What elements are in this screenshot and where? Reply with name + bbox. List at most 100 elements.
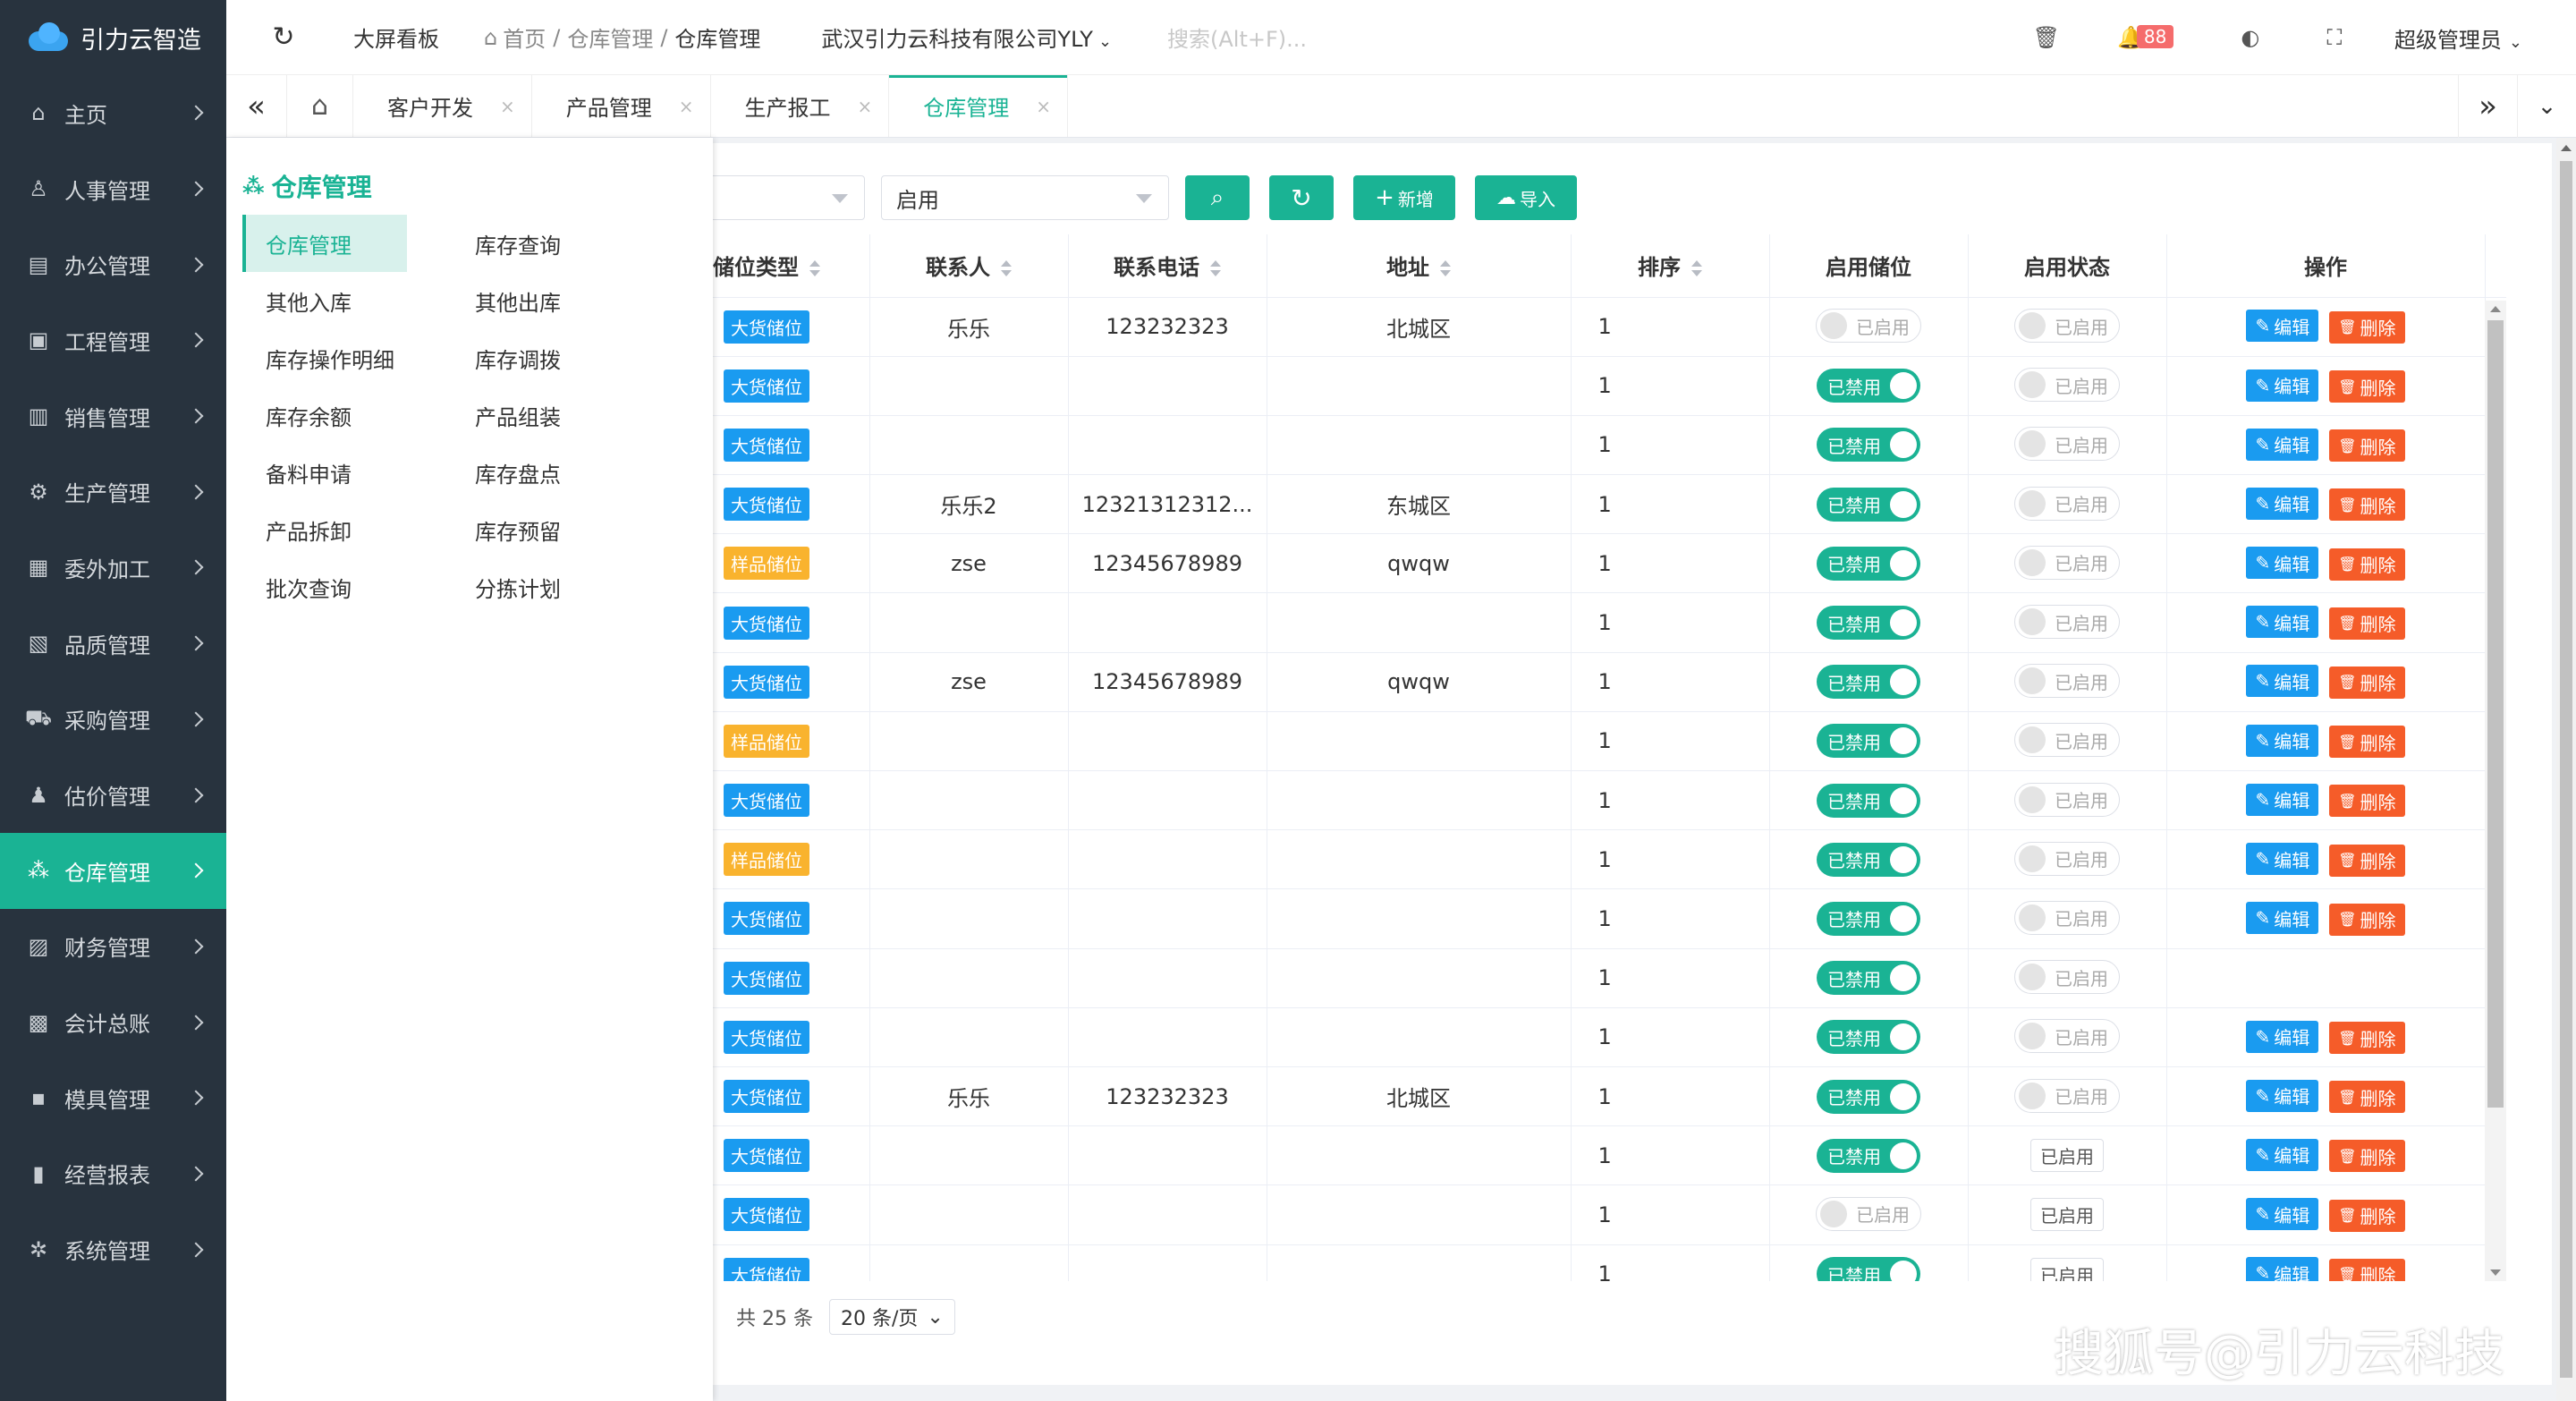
dropdown-menu-item[interactable]: 库存调拨	[452, 329, 654, 386]
location-toggle[interactable]: 已禁用	[1817, 1020, 1920, 1055]
sidebar-item-6[interactable]: ▦ 委外加工	[0, 530, 226, 606]
location-toggle[interactable]: 已禁用	[1817, 1079, 1920, 1114]
delete-button[interactable]: 🗑 删除	[2329, 844, 2405, 877]
delete-button[interactable]: 🗑 删除	[2329, 429, 2405, 463]
tab-0[interactable]: 客户开发 ×	[353, 75, 532, 137]
location-toggle[interactable]: 已禁用	[1817, 487, 1920, 522]
company-selector[interactable]: 武汉引力云科技有限公司YLY ⌄	[821, 21, 1112, 53]
sidebar-item-5[interactable]: ⚙ 生产管理	[0, 454, 226, 530]
status-toggle[interactable]: 已启用	[2014, 664, 2120, 699]
sidebar-item-7[interactable]: ▧ 品质管理	[0, 606, 226, 682]
edit-button[interactable]: ✎ 编辑	[2246, 1257, 2319, 1281]
dropdown-menu-item[interactable]: 库存查询	[452, 215, 654, 272]
sidebar-item-0[interactable]: ⌂ 主页	[0, 75, 226, 151]
status-toggle[interactable]: 已启用	[2014, 605, 2120, 640]
dropdown-menu-item[interactable]: 库存盘点	[452, 444, 654, 501]
sort-icon[interactable]	[1001, 260, 1012, 277]
status-toggle[interactable]: 已启用	[2014, 545, 2120, 580]
delete-button[interactable]: 🗑 删除	[2329, 607, 2405, 640]
dropdown-menu-item[interactable]: 仓库管理	[242, 215, 407, 272]
search-button[interactable]: ⌕	[1185, 175, 1250, 220]
sort-icon[interactable]	[1691, 260, 1702, 277]
location-toggle[interactable]: 已禁用	[1817, 901, 1920, 936]
delete-button[interactable]: 🗑 删除	[2329, 785, 2405, 818]
delete-button[interactable]: 🗑 删除	[2329, 310, 2405, 344]
location-toggle[interactable]: 已禁用	[1817, 1257, 1920, 1281]
scroll-thumb[interactable]	[2560, 161, 2572, 1378]
dropdown-menu-item[interactable]: 其他出库	[452, 272, 654, 329]
add-button[interactable]: + 新增	[1353, 175, 1455, 220]
edit-button[interactable]: ✎ 编辑	[2246, 843, 2319, 876]
location-toggle[interactable]: 已禁用	[1817, 369, 1920, 403]
scroll-thumb[interactable]	[2487, 320, 2504, 1108]
edit-button[interactable]: ✎ 编辑	[2246, 487, 2319, 520]
tabs-scroll-right-icon[interactable]: »	[2458, 75, 2517, 138]
sidebar-item-8[interactable]: ⛟ 采购管理	[0, 682, 226, 758]
breadcrumb-item[interactable]: 仓库管理	[567, 21, 653, 53]
tabs-scroll-left-icon[interactable]: «	[226, 75, 287, 137]
location-toggle[interactable]: 已禁用	[1817, 546, 1920, 581]
theme-icon[interactable]: ◐	[2208, 0, 2292, 75]
delete-button[interactable]: 🗑 删除	[2329, 1140, 2405, 1173]
page-scrollbar[interactable]	[2556, 138, 2576, 1401]
tab-2[interactable]: 生产报工 ×	[711, 75, 890, 137]
fullscreen-icon[interactable]: ⛶	[2292, 0, 2377, 75]
status-toggle[interactable]: 已启用	[2014, 723, 2120, 758]
dropdown-menu-item[interactable]: 库存预留	[452, 501, 654, 558]
dropdown-menu-item[interactable]: 批次查询	[242, 558, 407, 616]
table-header[interactable]: 联系人	[869, 234, 1069, 298]
sort-icon[interactable]	[1440, 260, 1451, 277]
status-toggle[interactable]: 已启用	[2014, 960, 2120, 995]
scroll-up-icon[interactable]	[2561, 145, 2572, 151]
edit-button[interactable]: ✎ 编辑	[2246, 606, 2319, 639]
close-icon[interactable]: ×	[500, 96, 515, 117]
edit-button[interactable]: ✎ 编辑	[2246, 1198, 2319, 1231]
dropdown-menu-item[interactable]: 产品组装	[452, 386, 654, 444]
scroll-down-icon[interactable]	[2490, 1269, 2501, 1276]
table-header[interactable]: 地址	[1267, 234, 1572, 298]
status-toggle[interactable]: 已启用	[2014, 1019, 2120, 1054]
delete-button[interactable]: 🗑 删除	[2329, 1022, 2405, 1055]
edit-button[interactable]: ✎ 编辑	[2246, 1079, 2319, 1112]
delete-button[interactable]: 🗑 删除	[2329, 548, 2405, 581]
close-icon[interactable]: ×	[858, 96, 873, 117]
breadcrumb-home-icon[interactable]: ⌂	[484, 25, 497, 50]
delete-button[interactable]: 🗑 删除	[2329, 1199, 2405, 1232]
scroll-up-icon[interactable]	[2490, 306, 2501, 312]
tab-1[interactable]: 产品管理 ×	[532, 75, 711, 137]
close-icon[interactable]: ×	[1036, 96, 1051, 117]
location-toggle[interactable]: 已禁用	[1817, 665, 1920, 700]
edit-button[interactable]: ✎ 编辑	[2246, 665, 2319, 698]
status-toggle[interactable]: 已启用	[2014, 841, 2120, 876]
location-toggle[interactable]: 已禁用	[1817, 783, 1920, 818]
table-scrollbar[interactable]	[2485, 301, 2506, 1281]
edit-button[interactable]: ✎ 编辑	[2246, 1020, 2319, 1053]
delete-button[interactable]: 🗑 删除	[2329, 666, 2405, 699]
dropdown-menu-item[interactable]: 分拣计划	[452, 558, 654, 616]
status-toggle[interactable]: 已启用	[2014, 900, 2120, 935]
tab-3[interactable]: 仓库管理 ×	[889, 75, 1069, 137]
sidebar-item-3[interactable]: ▣ 工程管理	[0, 302, 226, 378]
status-toggle[interactable]: 已启用	[2014, 309, 2120, 344]
status-select[interactable]: 启用	[881, 175, 1169, 220]
trash-icon[interactable]: 🗑	[2004, 0, 2089, 75]
table-header[interactable]: 联系电话	[1068, 234, 1267, 298]
status-toggle[interactable]: 已启用	[2014, 427, 2120, 462]
refresh-icon[interactable]: ↻	[257, 0, 310, 75]
sidebar-item-9[interactable]: ♟ 估价管理	[0, 757, 226, 833]
edit-button[interactable]: ✎ 编辑	[2246, 310, 2319, 343]
sidebar-item-1[interactable]: ♙ 人事管理	[0, 151, 226, 227]
bigscreen-link[interactable]: 大屏看板	[353, 21, 439, 53]
sidebar-item-10[interactable]: ⁂ 仓库管理	[0, 832, 226, 909]
dropdown-menu-item[interactable]: 库存操作明细	[242, 329, 407, 386]
table-header[interactable]: 储位类型	[713, 234, 870, 298]
status-toggle[interactable]: 已启用	[2014, 368, 2120, 403]
location-toggle[interactable]: 已启用	[1816, 1196, 1921, 1231]
sidebar-item-14[interactable]: ▮ 经营报表	[0, 1136, 226, 1212]
status-toggle[interactable]: 已启用	[2014, 782, 2120, 817]
table-header[interactable]: 排序	[1571, 234, 1770, 298]
dropdown-menu-item[interactable]: 备料申请	[242, 444, 407, 501]
sort-icon[interactable]	[809, 260, 820, 277]
location-toggle[interactable]: 已禁用	[1817, 1138, 1920, 1173]
edit-button[interactable]: ✎ 编辑	[2246, 547, 2319, 580]
